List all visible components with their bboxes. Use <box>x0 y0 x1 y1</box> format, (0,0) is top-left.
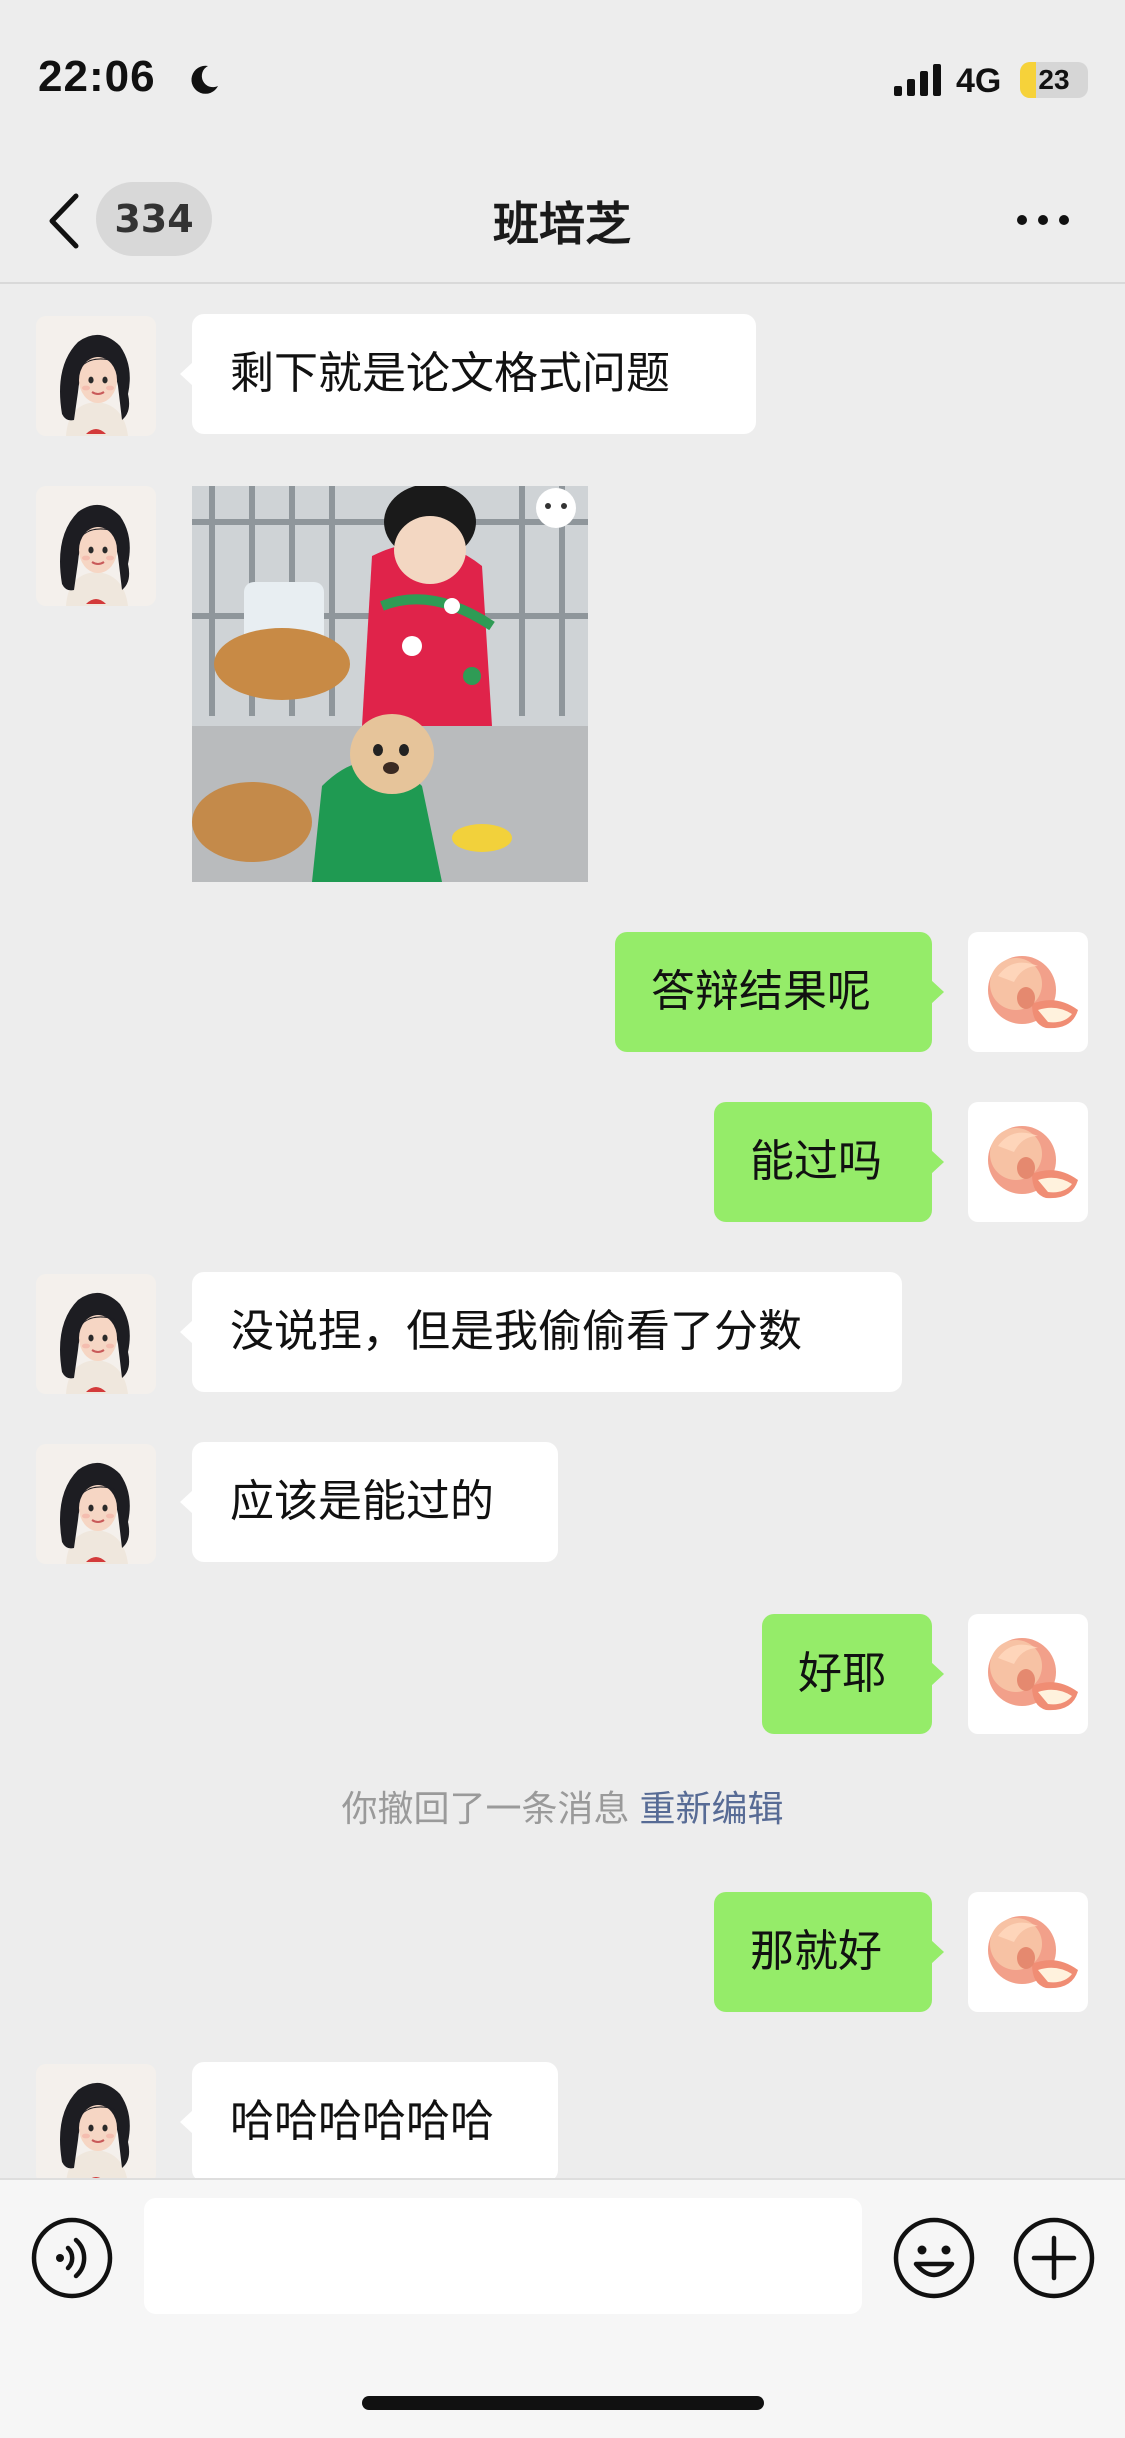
my-avatar[interactable] <box>968 1102 1088 1222</box>
sticker-image[interactable] <box>192 486 588 882</box>
recall-notice-text: 你撤回了一条消息 <box>341 1789 630 1830</box>
message-input[interactable] <box>144 2198 862 2314</box>
moon-icon <box>191 65 218 94</box>
my-avatar[interactable] <box>968 932 1088 1052</box>
message-bubble-received[interactable]: 应该是能过的 <box>180 1442 558 1562</box>
contact-avatar[interactable] <box>36 486 156 606</box>
chat-title: 班培芝 <box>493 197 631 251</box>
message-bubble-received[interactable]: 哈哈哈哈哈哈 <box>180 2062 558 2182</box>
contact-avatar[interactable] <box>36 316 156 436</box>
network-label: 4G <box>956 62 1002 100</box>
chat-header: 334 班培芝 <box>0 160 1125 284</box>
my-avatar[interactable] <box>968 1892 1088 2012</box>
status-bar: 22:06 4G 23 <box>0 0 1125 160</box>
message-bubble-sent[interactable]: 那就好 <box>714 1892 944 2012</box>
message-bubble-received[interactable]: 没说捏，但是我偷偷看了分数 <box>180 1272 902 1392</box>
contact-avatar[interactable] <box>36 1444 156 1564</box>
message-bubble-sent[interactable]: 能过吗 <box>714 1102 944 1222</box>
status-time: 22:06 <box>38 52 156 101</box>
voice-icon[interactable] <box>30 2216 114 2300</box>
signal-icon <box>894 64 941 96</box>
battery-icon: 23 <box>1020 62 1088 98</box>
message-bubble-sent[interactable]: 好耶 <box>762 1614 944 1734</box>
more-icon[interactable] <box>1016 208 1070 232</box>
my-avatar[interactable] <box>968 1614 1088 1734</box>
emoji-icon[interactable] <box>892 2216 976 2300</box>
unread-count-badge[interactable]: 334 <box>96 182 212 256</box>
back-icon[interactable] <box>42 192 86 250</box>
re-edit-link[interactable]: 重新编辑 <box>640 1789 784 1830</box>
message-bubble-sent[interactable]: 答辩结果呢 <box>615 932 944 1052</box>
battery-level: 23 <box>1038 64 1070 95</box>
input-bar <box>0 2178 1125 2438</box>
plus-icon[interactable] <box>1012 2216 1096 2300</box>
contact-avatar[interactable] <box>36 2064 156 2184</box>
message-bubble-received[interactable]: 剩下就是论文格式问题 <box>180 314 756 434</box>
recall-notice: 你撤回了一条消息 重新编辑 <box>0 1780 1125 1832</box>
home-indicator <box>362 2396 764 2410</box>
contact-avatar[interactable] <box>36 1274 156 1394</box>
